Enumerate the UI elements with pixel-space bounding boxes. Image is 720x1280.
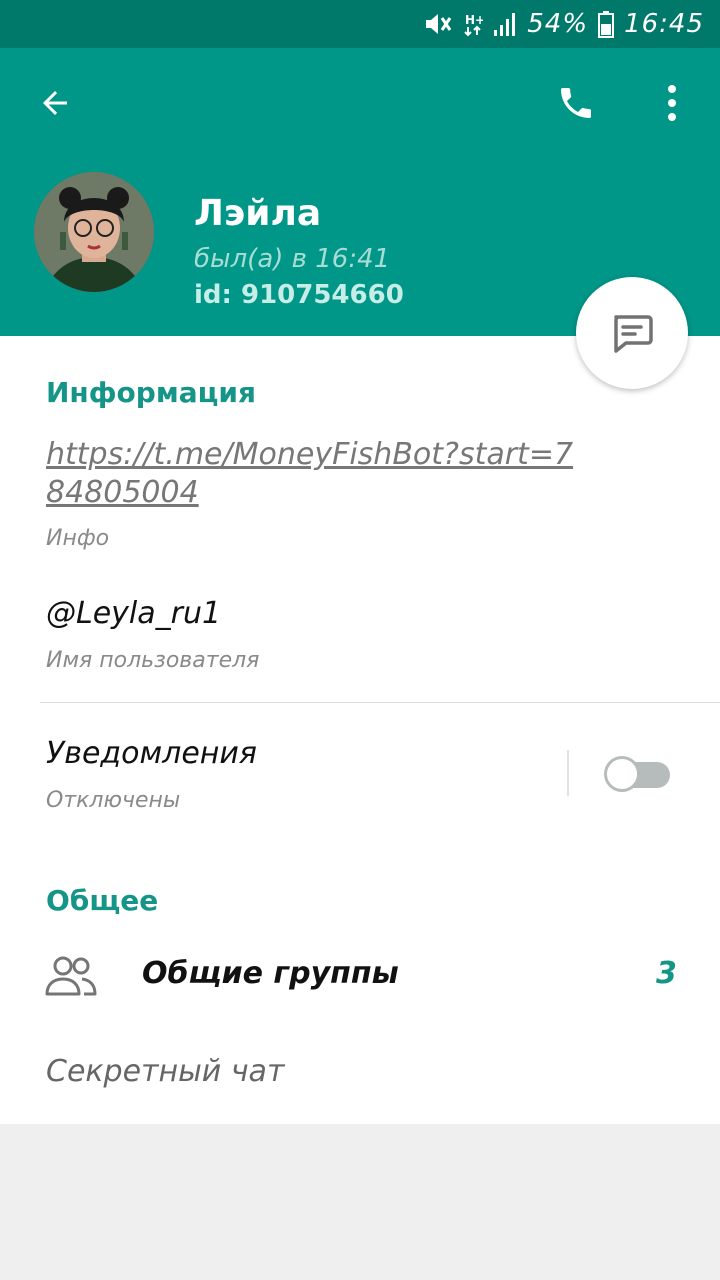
- divider: [40, 702, 720, 703]
- username-label: Имя пользователя: [46, 648, 260, 673]
- avatar-illustration: [34, 172, 154, 292]
- username-value[interactable]: @Leyla_ru1: [46, 596, 221, 631]
- more-options-button[interactable]: [644, 75, 700, 131]
- network-hplus-icon: H+: [464, 13, 483, 37]
- info-link-label: Инфо: [46, 526, 110, 551]
- phone-icon: [561, 88, 591, 118]
- status-icons: H+ 54% 16:45: [423, 6, 704, 42]
- call-button[interactable]: [548, 75, 604, 131]
- battery-percent: 54%: [527, 9, 589, 39]
- clock: 16:45: [624, 9, 704, 39]
- groups-icon: [45, 956, 97, 996]
- contact-name: Лэйла: [194, 193, 322, 234]
- svg-text:H+: H+: [465, 13, 483, 27]
- last-seen-status: был(а) в 16:41: [194, 244, 391, 274]
- secret-chat-item[interactable]: Секретный чат: [46, 1054, 284, 1089]
- back-arrow-icon: [43, 91, 67, 115]
- battery-icon: [598, 11, 615, 38]
- notifications-title[interactable]: Уведомления: [46, 736, 257, 771]
- more-vert-icon: [668, 85, 676, 121]
- info-section-title: Информация: [46, 376, 256, 409]
- mute-icon: [426, 14, 452, 34]
- profile-content: Информация https://t.me/MoneyFishBot?sta…: [0, 336, 720, 1124]
- common-section-title: Общее: [46, 884, 159, 917]
- vertical-divider: [567, 750, 569, 796]
- avatar[interactable]: [34, 172, 154, 292]
- send-message-button[interactable]: [576, 277, 688, 389]
- signal-icon: [494, 13, 516, 36]
- back-button[interactable]: [27, 75, 83, 131]
- status-bar: H+ 54% 16:45: [0, 0, 720, 48]
- common-groups-count: 3: [656, 956, 677, 991]
- notifications-toggle[interactable]: [604, 756, 672, 792]
- common-groups-item[interactable]: Общие группы: [142, 956, 399, 991]
- message-icon: [614, 315, 653, 353]
- notifications-status: Отключены: [46, 788, 181, 813]
- user-id: id: 910754660: [194, 280, 404, 310]
- toggle-thumb: [604, 756, 640, 792]
- info-link[interactable]: https://t.me/MoneyFishBot?start=78480500…: [46, 436, 586, 512]
